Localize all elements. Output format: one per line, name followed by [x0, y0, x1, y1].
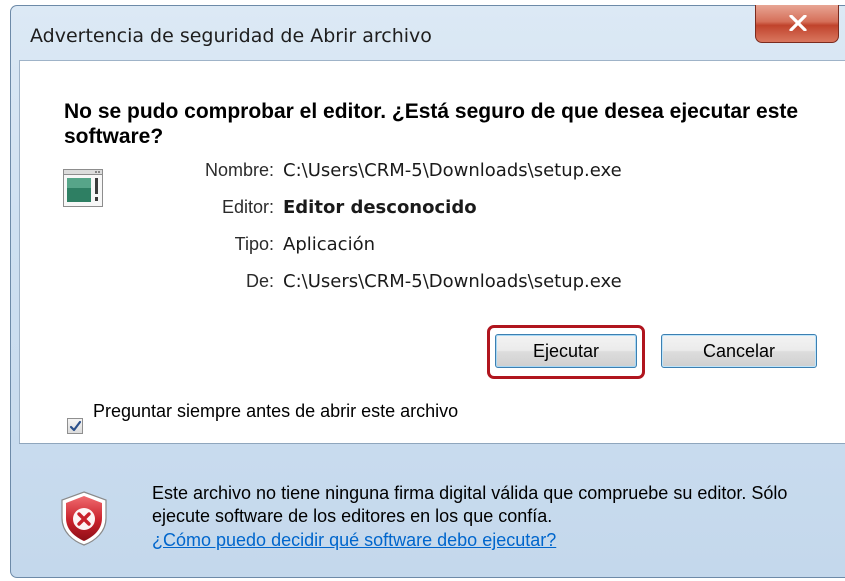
security-warning-window: Advertencia de seguridad de Abrir archiv… — [10, 5, 845, 578]
footer-divider — [19, 443, 845, 444]
unsigned-warning-text: Este archivo no tiene ninguna firma digi… — [152, 483, 788, 526]
checkmark-icon — [69, 420, 82, 432]
from-value: C:\Users\CRM-5\Downloads\setup.exe — [283, 271, 622, 292]
cancel-button[interactable]: Cancelar — [661, 334, 817, 368]
title-bar[interactable]: Advertencia de seguridad de Abrir archiv… — [11, 5, 845, 60]
window-title: Advertencia de seguridad de Abrir archiv… — [30, 25, 432, 47]
help-link[interactable]: ¿Cómo puedo decidir qué software debo ej… — [152, 529, 556, 552]
security-shield-icon — [61, 491, 107, 546]
dialog-heading: No se pudo comprobar el editor. ¿Está se… — [64, 100, 799, 148]
run-button[interactable]: Ejecutar — [495, 334, 637, 368]
publisher-value: Editor desconocido — [283, 197, 477, 218]
close-button[interactable] — [755, 5, 839, 43]
always-ask-label[interactable]: Preguntar siempre antes de abrir este ar… — [93, 400, 493, 422]
from-label: De: — [245, 271, 274, 291]
type-value: Aplicación — [283, 234, 375, 255]
type-label: Tipo: — [234, 234, 274, 254]
close-icon — [789, 15, 807, 31]
name-label: Nombre: — [204, 160, 274, 180]
name-value: C:\Users\CRM-5\Downloads\setup.exe — [283, 160, 622, 181]
always-ask-checkbox[interactable] — [67, 418, 83, 434]
publisher-label: Editor: — [221, 197, 274, 217]
dialog-body: No se pudo comprobar el editor. ¿Está se… — [19, 60, 845, 444]
